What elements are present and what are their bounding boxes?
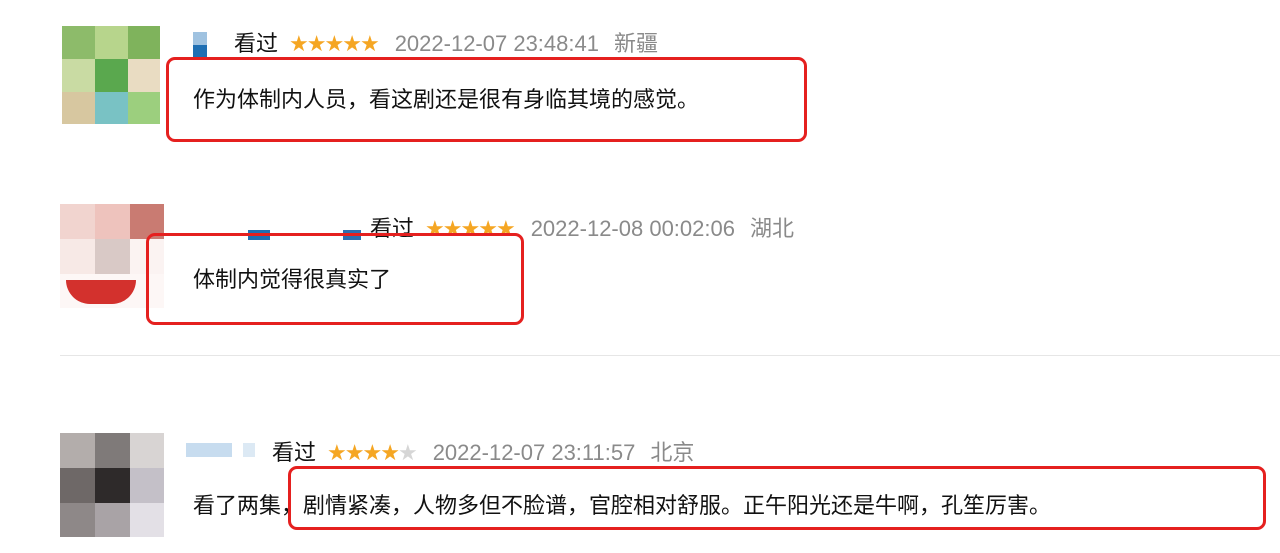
- review-date: 2022-12-08 00:02:06: [530, 216, 735, 241]
- review-location: 新疆: [613, 31, 658, 56]
- watched-status: 看过: [272, 441, 317, 466]
- highlight-box: [288, 466, 1266, 530]
- star-icon: ★: [397, 441, 418, 466]
- star-icon: ★: [324, 32, 344, 57]
- highlight-box: [146, 233, 524, 325]
- divider: [60, 355, 1280, 356]
- highlight-box: [166, 57, 807, 142]
- star-rating: ★★★★★: [289, 30, 380, 60]
- username-masked[interactable]: [186, 443, 232, 457]
- star-icon: ★: [342, 32, 362, 57]
- username-masked[interactable]: [193, 32, 207, 58]
- star-icon: ★: [306, 32, 327, 57]
- star-icon: ★: [289, 32, 309, 57]
- star-icon: ★: [344, 441, 365, 466]
- star-icon: ★: [380, 441, 400, 466]
- watched-status: 看过: [234, 32, 279, 57]
- review-location: 北京: [650, 440, 695, 465]
- review-date: 2022-12-07 23:11:57: [432, 440, 636, 465]
- review-location: 湖北: [749, 216, 794, 241]
- user-avatar[interactable]: [60, 433, 164, 537]
- star-rating: ★★★★★: [327, 439, 418, 469]
- star-icon: ★: [359, 32, 380, 57]
- star-icon: ★: [362, 441, 382, 466]
- user-avatar[interactable]: [62, 26, 160, 124]
- star-icon: ★: [327, 441, 347, 466]
- review-date: 2022-12-07 23:48:41: [394, 31, 599, 56]
